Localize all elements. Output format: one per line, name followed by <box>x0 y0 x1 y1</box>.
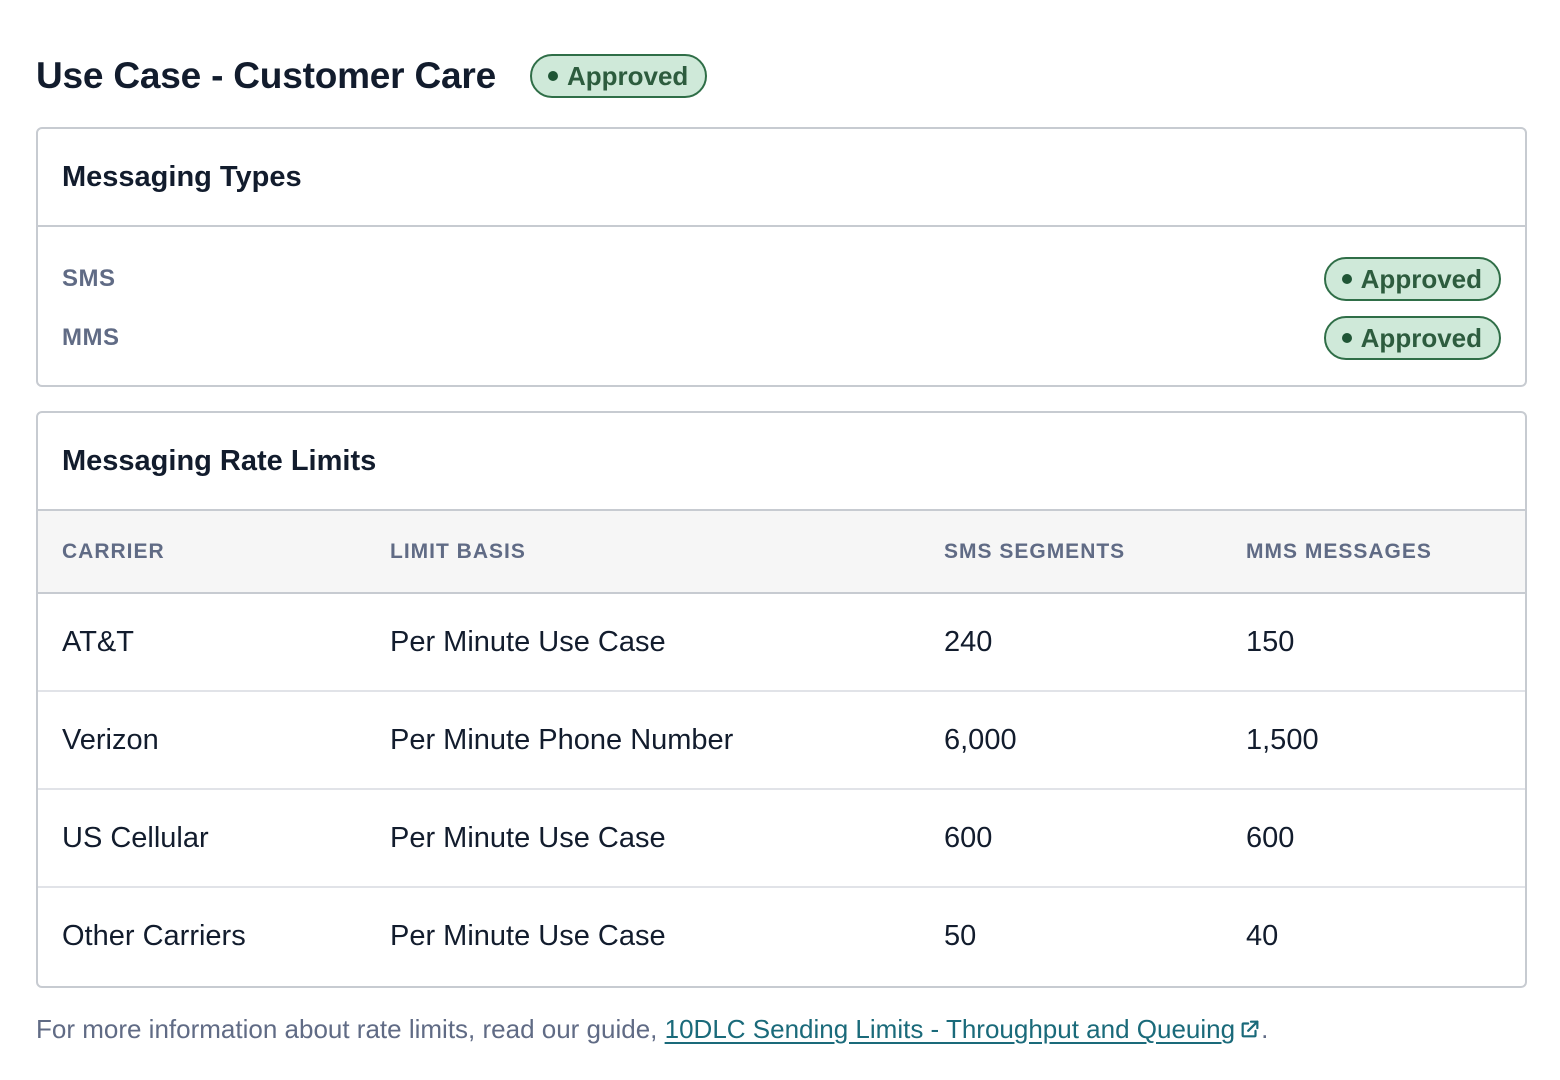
dot-icon <box>1341 274 1352 284</box>
messaging-types-title: Messaging Types <box>62 160 302 193</box>
status-badge: Approved <box>1323 257 1501 301</box>
column-header-limit-basis: LIMIT BASIS <box>390 539 526 563</box>
cell-sms-segments: 240 <box>944 625 993 658</box>
table-row: US Cellular Per Minute Use Case 600 600 <box>38 789 1525 887</box>
status-badge-label: Approved <box>1360 322 1482 353</box>
dot-icon <box>547 71 558 81</box>
cell-mms-messages: 150 <box>1246 625 1295 658</box>
rate-limits-table: CARRIER LIMIT BASIS SMS SEGMENTS MMS MES… <box>38 511 1525 985</box>
messaging-types-card: Messaging Types SMS Approved MMS Approve… <box>36 127 1527 387</box>
messaging-type-label: SMS <box>62 265 116 292</box>
sending-limits-guide-link-text: 10DLC Sending Limits - Throughput and Qu… <box>664 1014 1236 1044</box>
messaging-type-label: MMS <box>62 324 120 351</box>
footnote-prefix: For more information about rate limits, … <box>36 1014 665 1044</box>
rate-limits-footnote: For more information about rate limits, … <box>36 1014 1268 1045</box>
column-header-carrier: CARRIER <box>62 539 165 563</box>
messaging-type-row-sms: SMS Approved <box>62 257 1501 301</box>
cell-sms-segments: 50 <box>944 920 977 952</box>
column-header-sms-segments: SMS SEGMENTS <box>944 539 1126 563</box>
status-badge: Approved <box>1323 316 1501 360</box>
cell-sms-segments: 6,000 <box>944 723 1017 756</box>
cell-carrier: Verizon <box>62 723 159 756</box>
column-header-mms-messages: MMS MESSAGES <box>1246 539 1432 563</box>
table-row: AT&T Per Minute Use Case 240 150 <box>38 593 1525 691</box>
footnote-suffix: . <box>1261 1014 1269 1044</box>
table-row: Other Carriers Per Minute Use Case 50 40 <box>38 887 1525 985</box>
cell-mms-messages: 1,500 <box>1246 723 1319 756</box>
rate-limits-card: Messaging Rate Limits CARRIER LIMIT BASI… <box>36 411 1527 988</box>
rate-limits-title: Messaging Rate Limits <box>62 444 377 477</box>
cell-mms-messages: 40 <box>1246 920 1279 952</box>
sending-limits-guide-link[interactable]: 10DLC Sending Limits - Throughput and Qu… <box>665 1014 1261 1044</box>
status-badge-label: Approved <box>1360 263 1482 294</box>
cell-limit-basis: Per Minute Use Case <box>390 821 666 854</box>
cell-carrier: US Cellular <box>62 821 209 854</box>
external-link-icon <box>1241 1020 1259 1038</box>
page-header: Use Case - Customer Care Approved <box>36 52 708 100</box>
cell-mms-messages: 600 <box>1246 821 1295 854</box>
cell-carrier: Other Carriers <box>62 920 246 952</box>
status-badge: Approved <box>529 54 708 98</box>
messaging-type-row-mms: MMS Approved <box>62 316 1501 360</box>
messaging-types-header: Messaging Types <box>38 129 1525 227</box>
rate-limits-header: Messaging Rate Limits <box>38 413 1525 511</box>
cell-sms-segments: 600 <box>944 821 993 854</box>
table-row: Verizon Per Minute Phone Number 6,000 1,… <box>38 691 1525 789</box>
dot-icon <box>1341 333 1352 343</box>
cell-carrier: AT&T <box>62 625 134 658</box>
page-title: Use Case - Customer Care <box>36 55 496 96</box>
status-badge-label: Approved <box>566 60 689 91</box>
cell-limit-basis: Per Minute Phone Number <box>390 723 734 756</box>
cell-limit-basis: Per Minute Use Case <box>390 920 666 952</box>
cell-limit-basis: Per Minute Use Case <box>390 625 666 658</box>
table-header-row: CARRIER LIMIT BASIS SMS SEGMENTS MMS MES… <box>38 511 1525 593</box>
